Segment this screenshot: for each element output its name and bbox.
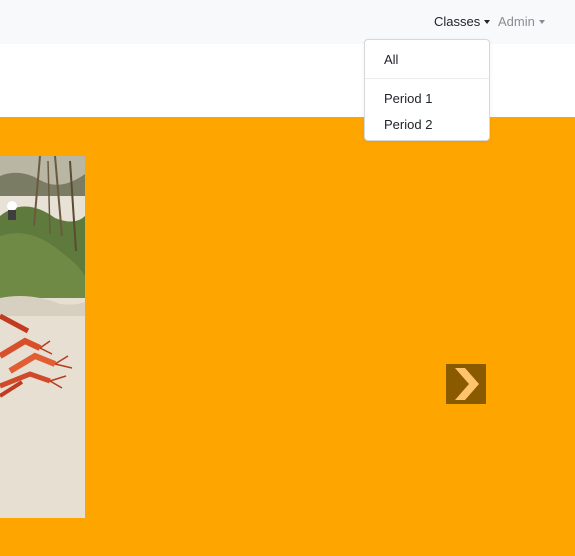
- caret-down-icon: [484, 20, 491, 24]
- caret-down-icon: [538, 20, 545, 24]
- classes-dropdown-toggle[interactable]: Classes: [434, 14, 491, 30]
- admin-label: Admin: [498, 14, 535, 29]
- top-navbar: Classes Admin: [0, 0, 575, 44]
- menu-item-all[interactable]: All: [384, 52, 398, 68]
- menu-divider: [365, 78, 489, 79]
- image-carousel: [0, 117, 575, 556]
- menu-item-period-1[interactable]: Period 1: [384, 91, 432, 107]
- carousel-photo: [0, 156, 85, 518]
- admin-dropdown-toggle[interactable]: Admin: [498, 14, 545, 30]
- chevron-right-icon: [455, 368, 479, 400]
- menu-item-period-2[interactable]: Period 2: [384, 117, 432, 133]
- carousel-next-button[interactable]: [446, 364, 486, 404]
- classes-label: Classes: [434, 14, 481, 29]
- classes-dropdown-menu: All Period 1 Period 2: [364, 39, 490, 141]
